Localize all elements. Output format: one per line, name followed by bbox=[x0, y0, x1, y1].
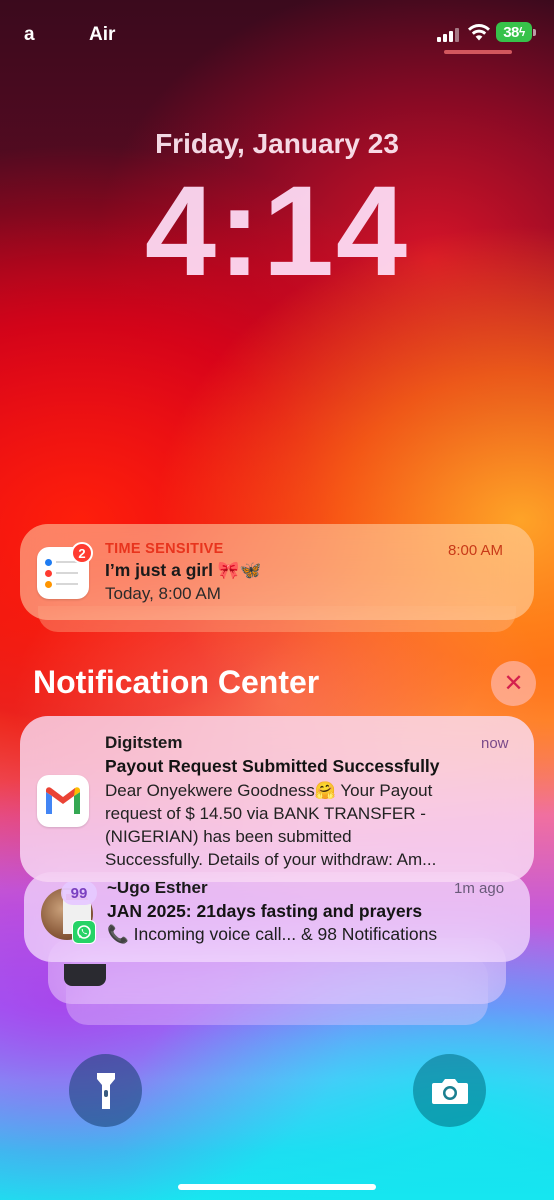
battery-charging-icon: 38 ϟ bbox=[496, 22, 532, 42]
camera-button[interactable] bbox=[413, 1054, 486, 1127]
gmail-body: Dear Onyekwere Goodness🤗 Your Payout req… bbox=[105, 779, 515, 871]
notification-center-title: Notification Center bbox=[33, 664, 320, 700]
time-sensitive-label: TIME SENSITIVE bbox=[105, 541, 224, 557]
flashlight-button[interactable] bbox=[69, 1054, 142, 1127]
gmail-body-line: request of $ 14.50 via BANK TRANSFER - bbox=[105, 804, 426, 823]
lock-time: 4:14 bbox=[144, 160, 410, 303]
carrier-label: a bbox=[24, 24, 35, 45]
gmail-time: now bbox=[481, 735, 509, 752]
gmail-body-line: (NIGERIAN) has been submitted bbox=[105, 827, 352, 846]
signal-icon bbox=[437, 27, 461, 42]
reminder-notification[interactable] bbox=[20, 524, 534, 620]
gmail-subject: Payout Request Submitted Successfully bbox=[105, 756, 440, 776]
reminder-title: I’m just a girl 🎀🦋 bbox=[105, 560, 262, 580]
reminder-badge: 2 bbox=[71, 542, 93, 564]
whatsapp-time: 1m ago bbox=[454, 880, 505, 897]
close-icon[interactable]: ✕ bbox=[491, 661, 536, 706]
gmail-body-line: Dear Onyekwere Goodness🤗 Your Payout bbox=[105, 781, 433, 800]
reminder-time: 8:00 AM bbox=[448, 542, 504, 559]
home-indicator[interactable] bbox=[178, 1184, 376, 1190]
camera-icon bbox=[431, 1078, 468, 1104]
flashlight-icon bbox=[96, 1072, 115, 1109]
status-bar: a Air 38 ϟ bbox=[0, 0, 554, 64]
gmail-icon bbox=[37, 775, 89, 827]
wifi-icon bbox=[468, 24, 490, 41]
battery-level: 38 bbox=[503, 23, 519, 41]
whatsapp-badge: 99 bbox=[61, 881, 97, 905]
battery-tip bbox=[533, 29, 536, 36]
gmail-body-line: Successfully. Details of your withdraw: … bbox=[105, 850, 437, 869]
lock-date: Friday, January 23 bbox=[155, 128, 399, 159]
gmail-sender: Digitstem bbox=[105, 733, 183, 752]
stacked-app-icon bbox=[64, 964, 106, 986]
whatsapp-body: 📞 Incoming voice call... & 98 Notificati… bbox=[107, 924, 438, 944]
whatsapp-title: JAN 2025: 21days fasting and prayers bbox=[107, 901, 423, 921]
whatsapp-icon bbox=[72, 920, 96, 944]
reminder-subtitle: Today, 8:00 AM bbox=[105, 584, 221, 603]
network-label: Air bbox=[89, 24, 116, 45]
status-indicator-line bbox=[444, 50, 512, 54]
